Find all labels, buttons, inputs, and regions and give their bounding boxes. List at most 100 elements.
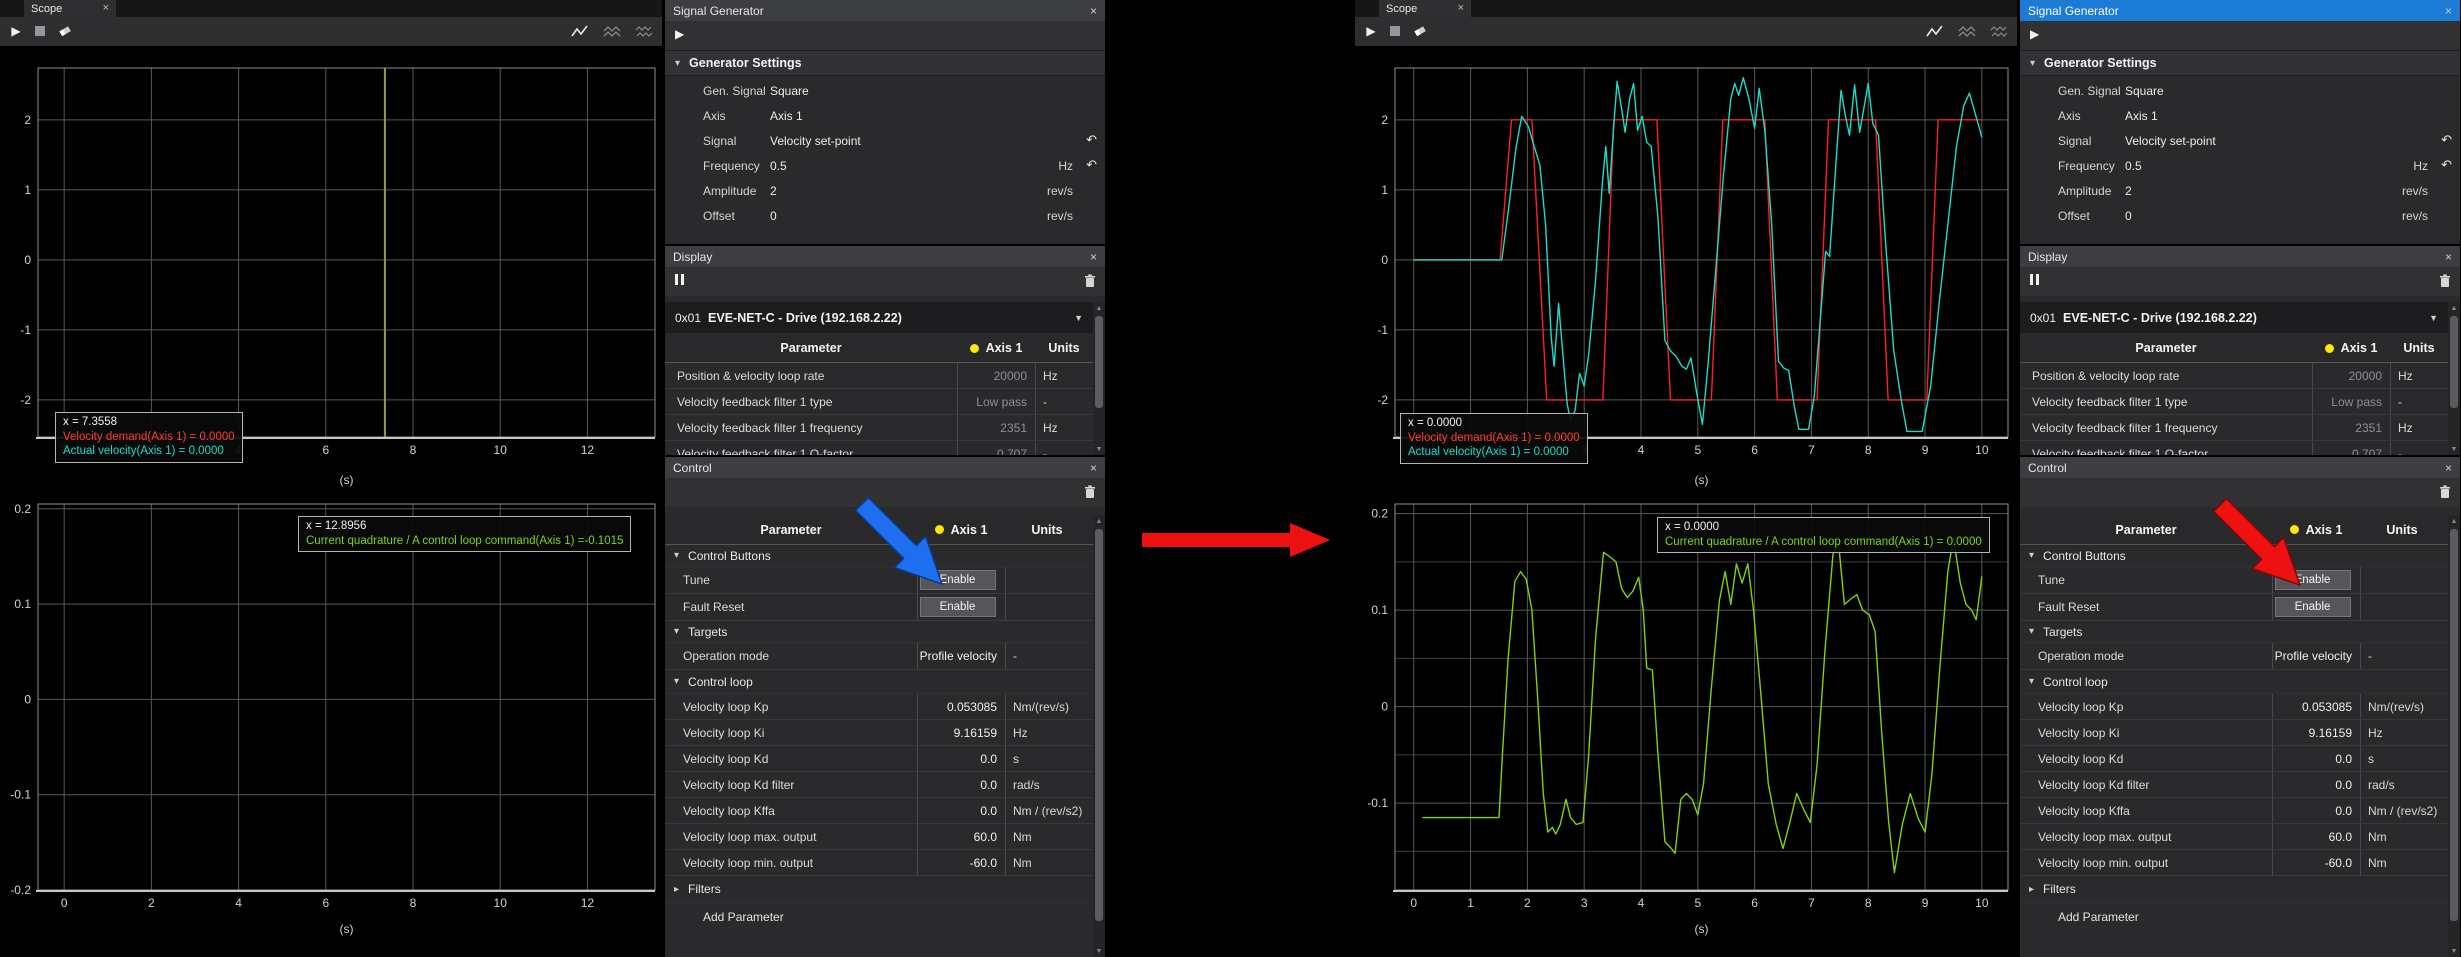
group-control-loop[interactable]: ▾Control loop	[665, 670, 1093, 694]
close-icon[interactable]: ×	[1090, 250, 1097, 264]
table-row[interactable]: Velocity loop Ki9.16159Hz	[665, 720, 1093, 746]
delete-button[interactable]	[2439, 485, 2451, 499]
table-row[interactable]: Position & velocity loop rate 20000 Hz	[2020, 363, 2448, 389]
tab-close-icon[interactable]: ×	[103, 3, 109, 14]
add-parameter-button[interactable]: Add Parameter	[665, 903, 1093, 931]
generator-settings-header[interactable]: ▾ Generator Settings	[665, 50, 1105, 76]
panel-titlebar[interactable]: Display ×	[2020, 246, 2460, 267]
single-plot-toggle[interactable]	[570, 23, 590, 39]
table-row[interactable]: Velocity loop Kd filter0.0rad/s	[2020, 772, 2448, 798]
generator-play-button[interactable]: ▶	[2030, 28, 2039, 40]
split-plots-toggle[interactable]	[1989, 23, 2009, 39]
panel-titlebar[interactable]: Display ×	[665, 246, 1105, 267]
current-chart[interactable]: 024681012-0.2-0.100.10.2(s)	[0, 496, 662, 957]
table-row[interactable]: Velocity loop min. output-60.0Nm	[2020, 850, 2448, 876]
table-row[interactable]: Position & velocity loop rate 20000 Hz	[665, 363, 1093, 389]
panel-titlebar[interactable]: Signal Generator ×	[665, 0, 1105, 21]
scrollbar[interactable]: ▲▼	[1093, 302, 1105, 455]
stop-button[interactable]	[1385, 23, 1405, 39]
table-row[interactable]: Velocity loop Kp0.053085Nm/(rev/s)	[665, 694, 1093, 720]
overlay-plots-toggle[interactable]	[1957, 23, 1977, 39]
amplitude-input[interactable]: 2	[2125, 184, 2132, 198]
frequency-input[interactable]: 0.5	[2125, 159, 2142, 173]
table-row[interactable]: Velocity feedback filter 1 Q-factor 0.70…	[2020, 441, 2448, 455]
panel-titlebar[interactable]: Control ×	[665, 457, 1105, 478]
table-row[interactable]: Velocity feedback filter 1 frequency 235…	[2020, 415, 2448, 441]
table-row[interactable]: Velocity feedback filter 1 Q-factor 0.70…	[665, 441, 1093, 455]
close-icon[interactable]: ×	[1090, 461, 1097, 475]
generator-play-button[interactable]: ▶	[675, 28, 684, 40]
fault-reset-enable-button[interactable]: Enable	[920, 597, 996, 617]
close-icon[interactable]: ×	[1090, 4, 1097, 18]
panel-titlebar[interactable]: Control ×	[2020, 457, 2460, 478]
undo-icon[interactable]: ↶	[1086, 157, 1097, 173]
axis-select[interactable]: Axis 1	[770, 109, 803, 123]
scrollbar-thumb[interactable]	[2450, 316, 2458, 408]
table-row[interactable]: Velocity feedback filter 1 type Low pass…	[665, 389, 1093, 415]
add-parameter-button[interactable]: Add Parameter	[2020, 903, 2448, 931]
delete-button[interactable]	[1084, 274, 1096, 288]
scrollbar-thumb[interactable]	[1095, 529, 1103, 921]
fault-reset-enable-button[interactable]: Enable	[2275, 597, 2351, 617]
table-row-operation-mode[interactable]: Operation mode Profile velocity -	[2020, 643, 2448, 670]
close-icon[interactable]: ×	[2445, 250, 2452, 264]
device-selector[interactable]: 0x01 EVE-NET-C - Drive (192.168.2.22) ▼	[665, 302, 1093, 333]
play-button[interactable]: ▶	[6, 23, 26, 39]
current-chart[interactable]: 012345678910-0.100.10.2(s)	[1355, 496, 2017, 957]
table-row[interactable]: Velocity loop Kd filter0.0rad/s	[665, 772, 1093, 798]
table-row[interactable]: Velocity feedback filter 1 frequency 235…	[665, 415, 1093, 441]
table-row[interactable]: Velocity loop Ki9.16159Hz	[2020, 720, 2448, 746]
offset-input[interactable]: 0	[770, 209, 777, 223]
table-row[interactable]: Velocity loop Kd0.0s	[665, 746, 1093, 772]
tab-close-icon[interactable]: ×	[1458, 3, 1464, 14]
table-row[interactable]: Velocity feedback filter 1 type Low pass…	[2020, 389, 2448, 415]
group-targets[interactable]: ▾Targets	[665, 621, 1093, 643]
panel-titlebar-active[interactable]: Signal Generator ×	[2020, 0, 2460, 21]
close-icon[interactable]: ×	[2445, 461, 2452, 475]
offset-input[interactable]: 0	[2125, 209, 2132, 223]
scrollbar[interactable]: ▲▼	[1093, 515, 1105, 957]
undo-icon[interactable]: ↶	[1086, 132, 1097, 148]
scrollbar[interactable]: ▲▼	[2448, 302, 2460, 455]
frequency-input[interactable]: 0.5	[770, 159, 787, 173]
gen-signal-select[interactable]: Square	[770, 84, 809, 98]
scrollbar[interactable]: ▲▼	[2448, 515, 2460, 957]
amplitude-input[interactable]: 2	[770, 184, 777, 198]
pause-button[interactable]	[2030, 274, 2039, 285]
tab-scope[interactable]: Scope ×	[1379, 0, 1471, 17]
group-targets[interactable]: ▾Targets	[2020, 621, 2448, 643]
overlay-plots-toggle[interactable]	[602, 23, 622, 39]
tab-scope[interactable]: Scope ×	[24, 0, 116, 17]
signal-select[interactable]: Velocity set-point	[2125, 134, 2216, 148]
scrollbar-thumb[interactable]	[2450, 529, 2458, 921]
signal-select[interactable]: Velocity set-point	[770, 134, 861, 148]
table-row-operation-mode[interactable]: Operation mode Profile velocity -	[665, 643, 1093, 670]
undo-icon[interactable]: ↶	[2441, 132, 2452, 148]
table-row[interactable]: Velocity loop Kd0.0s	[2020, 746, 2448, 772]
table-row[interactable]: Velocity loop min. output-60.0Nm	[665, 850, 1093, 876]
stop-button[interactable]	[30, 23, 50, 39]
scrollbar-thumb[interactable]	[1095, 316, 1103, 408]
device-selector[interactable]: 0x01 EVE-NET-C - Drive (192.168.2.22) ▼	[2020, 302, 2448, 333]
play-button[interactable]: ▶	[1361, 23, 1381, 39]
axis-select[interactable]: Axis 1	[2125, 109, 2158, 123]
group-filters[interactable]: ▸Filters	[665, 876, 1093, 903]
group-control-loop[interactable]: ▾Control loop	[2020, 670, 2448, 694]
close-icon[interactable]: ×	[2445, 4, 2452, 18]
table-row[interactable]: Velocity loop Kffa0.0Nm / (rev/s2)	[665, 798, 1093, 824]
pause-button[interactable]	[675, 274, 684, 285]
table-row[interactable]: Velocity loop max. output60.0Nm	[2020, 824, 2448, 850]
table-row[interactable]: Velocity loop max. output60.0Nm	[665, 824, 1093, 850]
delete-button[interactable]	[2439, 274, 2451, 288]
table-row[interactable]: Velocity loop Kffa0.0Nm / (rev/s2)	[2020, 798, 2448, 824]
undo-icon[interactable]: ↶	[2441, 157, 2452, 173]
gen-signal-select[interactable]: Square	[2125, 84, 2164, 98]
delete-button[interactable]	[1084, 485, 1096, 499]
group-filters[interactable]: ▸Filters	[2020, 876, 2448, 903]
generator-settings-header[interactable]: ▾ Generator Settings	[2020, 50, 2460, 76]
eraser-button[interactable]	[1410, 23, 1430, 39]
eraser-button[interactable]	[55, 23, 75, 39]
table-row[interactable]: Velocity loop Kp0.053085Nm/(rev/s)	[2020, 694, 2448, 720]
single-plot-toggle[interactable]	[1925, 23, 1945, 39]
split-plots-toggle[interactable]	[634, 23, 654, 39]
